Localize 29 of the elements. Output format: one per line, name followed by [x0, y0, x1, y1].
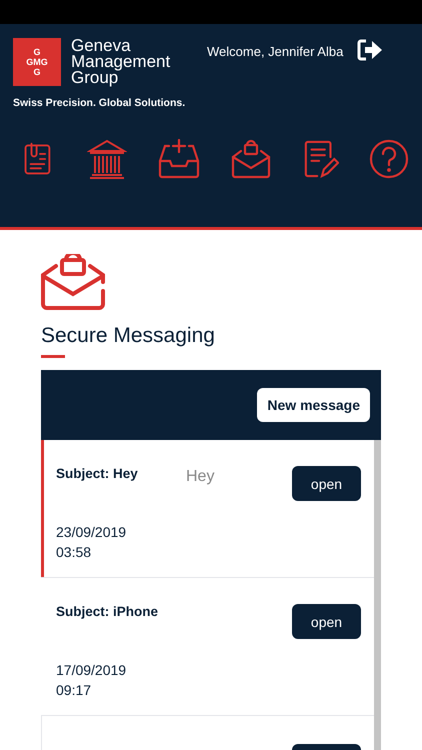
logout-icon[interactable]: [357, 39, 384, 61]
message-time: 03:58: [56, 543, 92, 562]
logo-letters: GMG: [26, 57, 48, 67]
company-name: Group: [71, 70, 118, 86]
tagline: Swiss Precision. Global Solutions.: [13, 97, 186, 109]
message-time: 09:17: [56, 681, 92, 700]
message-date: 17/09/2019: [56, 661, 128, 680]
help-icon[interactable]: [368, 139, 409, 179]
new-message-button[interactable]: New message: [257, 388, 370, 422]
message-subject: Subject: iPhone: [56, 604, 160, 619]
bank-icon[interactable]: [87, 139, 128, 179]
open-button[interactable]: open: [292, 466, 361, 501]
page-title: Secure Messaging: [41, 324, 216, 348]
open-button[interactable]: open: [292, 604, 361, 639]
message-preview: Hey: [186, 468, 214, 486]
logo-letters: G: [33, 67, 40, 77]
message-row[interactable]: Subject: iPhone open 17/09/2019 09:17: [41, 578, 374, 716]
message-row[interactable]: Subject: Hey Hey open 23/09/2019 03:58: [41, 440, 374, 578]
company-name: Geneva: [71, 38, 132, 54]
inbox-icon[interactable]: [158, 139, 200, 179]
welcome-text: Welcome, Jennifer Alba: [207, 44, 344, 59]
message-date: 23/09/2019: [56, 523, 128, 542]
message-subject: Subject: Hey: [56, 466, 139, 481]
secure-mail-icon: [40, 254, 106, 310]
secure-mail-icon[interactable]: [230, 139, 272, 179]
company-name: Management: [71, 54, 172, 70]
edit-document-icon[interactable]: [302, 139, 339, 179]
scrollbar[interactable]: [374, 440, 381, 750]
logo-letters: G: [33, 47, 40, 57]
